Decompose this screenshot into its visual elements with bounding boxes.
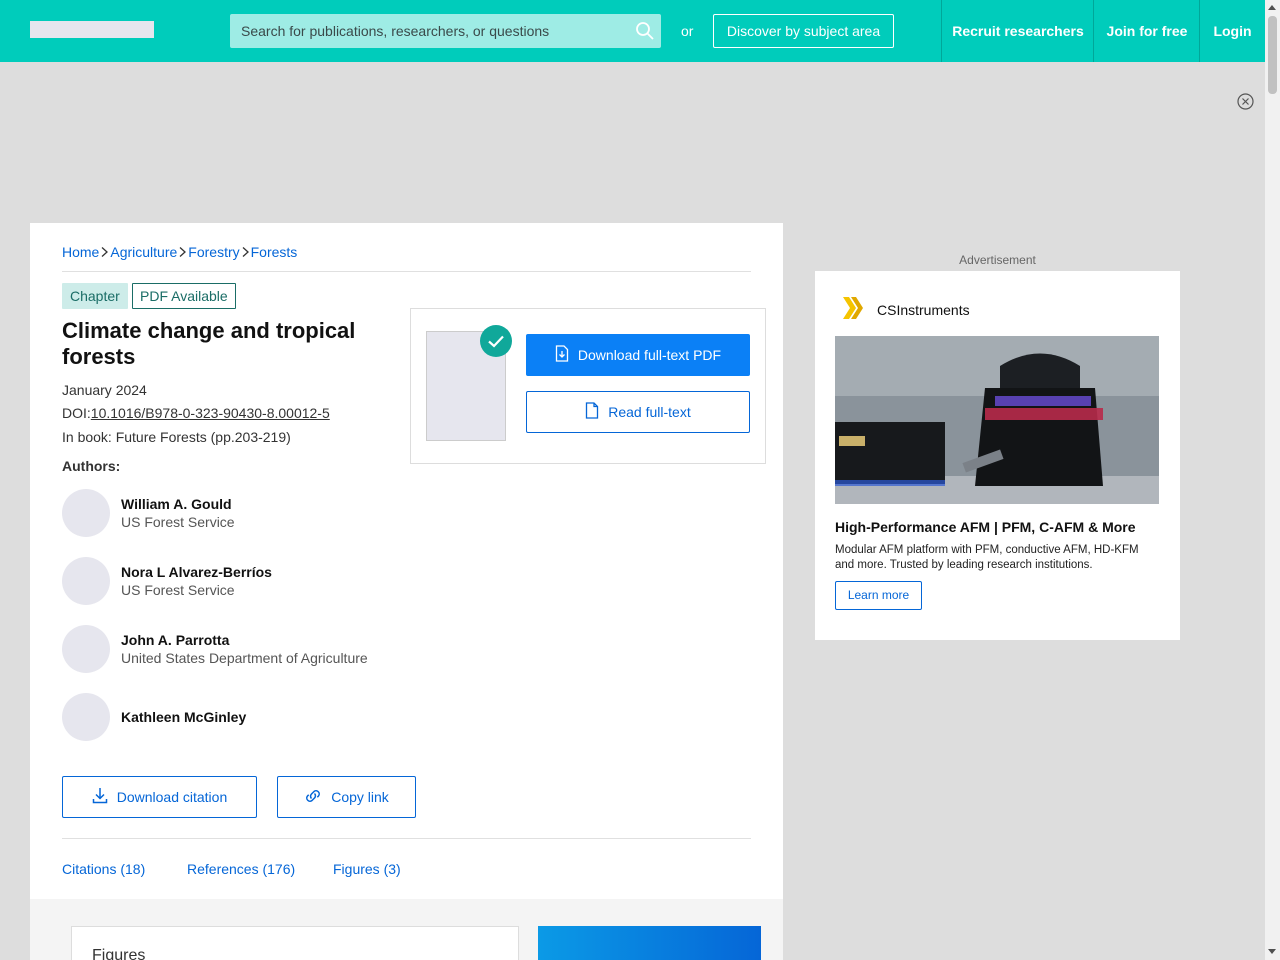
advertisement-card[interactable]: CSInstruments High-Performance AFM | PFM… [815, 271, 1180, 640]
tab-references[interactable]: References (176) [187, 861, 295, 877]
login-link[interactable]: Login [1199, 0, 1265, 62]
pdf-available-badge: PDF Available [132, 283, 236, 309]
read-fulltext-label: Read full-text [608, 404, 691, 420]
divider [62, 271, 751, 272]
book-info: In book: Future Forests (pp.203-219) [62, 429, 291, 445]
recruit-researchers-link[interactable]: Recruit researchers [941, 0, 1094, 62]
download-pdf-label: Download full-text PDF [577, 347, 722, 363]
avatar[interactable] [62, 625, 110, 673]
brand-chevron-logo-icon [841, 296, 865, 320]
join-for-free-link[interactable]: Join for free [1093, 0, 1200, 62]
document-icon [585, 402, 599, 422]
author-item[interactable]: William A. Gould US Forest Service [62, 489, 422, 537]
author-item[interactable]: John A. Parrotta United States Departmen… [62, 625, 422, 673]
breadcrumb-agriculture[interactable]: Agriculture [110, 244, 177, 260]
search-box [230, 14, 661, 48]
ad-brand-name[interactable]: CSInstruments [877, 302, 970, 318]
avatar[interactable] [62, 489, 110, 537]
avatar[interactable] [62, 693, 110, 741]
scroll-up-arrow-icon[interactable] [1268, 5, 1276, 10]
advertisement-label: Advertisement [959, 253, 1036, 267]
tab-figures[interactable]: Figures (3) [333, 861, 401, 877]
chevron-right-icon [240, 245, 251, 259]
publication-date: January 2024 [62, 382, 147, 398]
scroll-down-arrow-icon[interactable] [1268, 949, 1276, 954]
doi-prefix: DOI: [62, 405, 91, 421]
chevron-right-icon [177, 245, 188, 259]
author-item[interactable]: Nora L Alvarez-Berríos US Forest Service [62, 557, 422, 605]
author-affiliation: United States Department of Agriculture [121, 650, 368, 666]
page-title: Climate change and tropical forests [62, 318, 356, 369]
doi-link[interactable]: 10.1016/B978-0-323-90430-8.00012-5 [91, 405, 330, 421]
scroll-thumb[interactable] [1268, 16, 1277, 94]
top-navigation-bar: or Discover by subject area Recruit rese… [0, 0, 1265, 62]
download-icon [92, 787, 108, 807]
lower-content-area: Figures [30, 899, 783, 960]
publication-card: Home Agriculture Forestry Forests Chapte… [30, 223, 783, 960]
page-scrollbar[interactable] [1265, 0, 1280, 960]
authors-label: Authors: [62, 458, 121, 474]
author-name[interactable]: Nora L Alvarez-Berríos [121, 564, 272, 580]
author-item[interactable]: Kathleen McGinley [62, 693, 422, 741]
search-input[interactable] [230, 14, 630, 48]
read-fulltext-button[interactable]: Read full-text [526, 391, 750, 433]
check-icon [480, 325, 512, 357]
ad-body-text: Modular AFM platform with PFM, conductiv… [835, 544, 1139, 571]
site-logo[interactable] [30, 21, 154, 38]
file-download-icon [555, 345, 569, 365]
download-pdf-button[interactable]: Download full-text PDF [526, 334, 750, 376]
close-ad-icon[interactable] [1237, 93, 1254, 110]
avatar[interactable] [62, 557, 110, 605]
breadcrumb-forests[interactable]: Forests [251, 244, 298, 260]
download-citation-label: Download citation [116, 789, 228, 805]
or-separator: or [681, 23, 694, 39]
learn-more-button[interactable]: Learn more [835, 581, 922, 610]
copy-link-button[interactable]: Copy link [277, 776, 416, 818]
doi-line: DOI:10.1016/B978-0-323-90430-8.00012-5 [62, 405, 330, 421]
breadcrumb-forestry[interactable]: Forestry [188, 244, 239, 260]
ad-product-image[interactable] [835, 336, 1159, 504]
divider [62, 838, 751, 839]
copy-link-label: Copy link [331, 789, 389, 805]
breadcrumb-home[interactable]: Home [62, 244, 99, 260]
fulltext-access-panel: Download full-text PDF Read full-text [410, 308, 766, 464]
ad-headline[interactable]: High-Performance AFM | PFM, C-AFM & More [835, 519, 1136, 535]
promo-banner[interactable] [538, 926, 761, 960]
figures-heading: Figures [92, 947, 146, 960]
chevron-right-icon [99, 245, 110, 259]
figures-panel: Figures [71, 926, 519, 960]
tab-citations[interactable]: Citations (18) [62, 861, 145, 877]
publication-type-badge: Chapter [62, 283, 128, 309]
download-citation-button[interactable]: Download citation [62, 776, 257, 818]
link-icon [304, 789, 322, 806]
breadcrumb: Home Agriculture Forestry Forests [62, 244, 297, 260]
author-name[interactable]: William A. Gould [121, 496, 232, 512]
author-name[interactable]: John A. Parrotta [121, 632, 229, 648]
discover-by-subject-button[interactable]: Discover by subject area [713, 14, 894, 48]
author-affiliation: US Forest Service [121, 514, 235, 530]
search-icon[interactable] [635, 21, 655, 41]
author-affiliation: US Forest Service [121, 582, 235, 598]
author-name[interactable]: Kathleen McGinley [121, 709, 246, 725]
